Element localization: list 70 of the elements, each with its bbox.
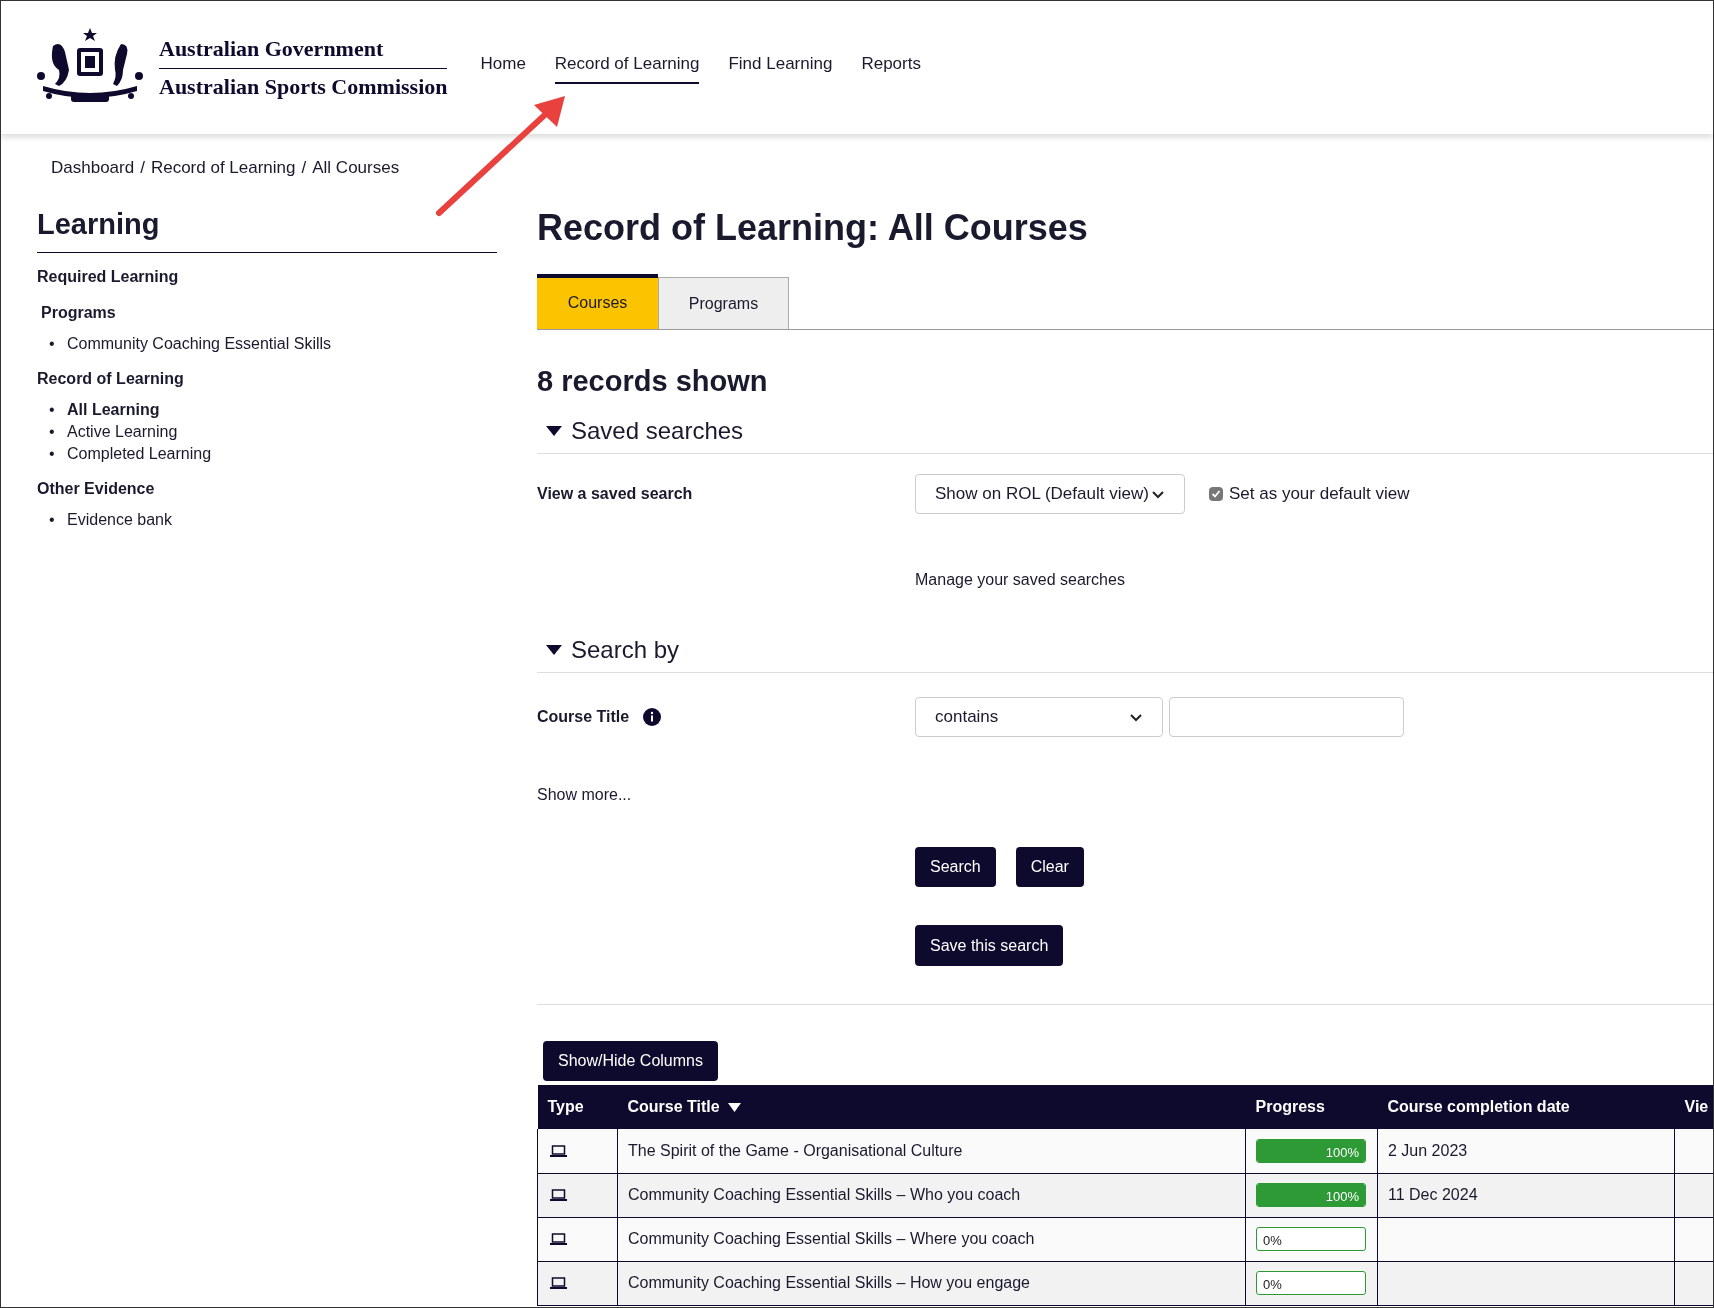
list-bullet: • [49, 444, 56, 464]
manage-searches-link[interactable]: Manage your saved searches [915, 568, 1410, 592]
show-hide-columns-button[interactable]: Show/Hide Columns [543, 1041, 718, 1081]
list-bullet: • [49, 422, 56, 442]
table-cell: Community Coaching Essential Skills – Who you coach [617, 1173, 1246, 1217]
logo-text: Australian Government [159, 34, 448, 69]
breadcrumb-separator: / [301, 157, 307, 179]
progress-reading: 0% [1263, 1232, 1282, 1250]
table-cell: 2 Jun 2023 [1377, 1129, 1675, 1173]
sidebar-item[interactable]: Community Coaching Essential Skills [67, 334, 332, 354]
table-cell: Community Coaching Essential Skills – How you engage [617, 1261, 1246, 1305]
breadcrumb-separator: / [140, 157, 145, 179]
logo-text: Australian Sports Commission [159, 73, 448, 101]
laptop-icon [550, 1277, 567, 1289]
sidebar-title: Learning [37, 202, 497, 253]
laptop-icon [550, 1233, 567, 1245]
table-cell: Community Coaching Essential Skills – Where you coach [617, 1217, 1246, 1261]
breadcrumb-link[interactable]: All Courses [312, 155, 400, 181]
chevron-down-icon [1151, 489, 1165, 499]
sidebar-item[interactable]: All Learning [67, 400, 160, 420]
progress-reading: 100% [1325, 1143, 1359, 1162]
column-header: Type [537, 1085, 618, 1129]
section-heading[interactable]: Search by [571, 632, 680, 668]
progress-reading: 100% [1325, 1188, 1359, 1206]
column-header: Progress [1245, 1085, 1378, 1129]
operator-select[interactable]: contains [915, 697, 1163, 737]
sidebar-heading: Programs [40, 303, 117, 323]
expanded-triangle-icon[interactable] [545, 643, 563, 657]
list-bullet: • [49, 334, 56, 354]
field-label: Course Title [537, 707, 630, 727]
tab[interactable]: Programs [658, 276, 789, 329]
nav-link[interactable]: Reports [861, 51, 921, 84]
breadcrumb-link[interactable]: Dashboard [51, 155, 135, 181]
sidebar-item[interactable]: Active Learning [67, 422, 178, 442]
sidebar-heading: Record of Learning [37, 369, 185, 389]
records-count: 8 records shown [537, 363, 769, 399]
save-search-button[interactable]: Save this search [915, 925, 1064, 966]
tab[interactable]: Courses [537, 273, 658, 329]
expanded-triangle-icon[interactable] [545, 424, 563, 438]
section-heading[interactable]: Saved searches [571, 413, 744, 449]
column-header: Vie [1674, 1085, 1713, 1129]
nav-link[interactable]: Record of Learning [554, 51, 700, 84]
list-bullet: • [49, 400, 56, 420]
list-bullet: • [49, 510, 56, 530]
search-form-button[interactable]: Clear [1015, 847, 1084, 887]
default-view-checkbox[interactable] [1209, 487, 1223, 501]
column-header[interactable]: Course Title [627, 1095, 720, 1119]
breadcrumb-link[interactable]: Record of Learning [150, 155, 296, 181]
nav-link[interactable]: Find Learning [728, 51, 833, 84]
info-icon[interactable] [643, 708, 662, 726]
search-input[interactable] [1169, 697, 1404, 737]
field-label: View a saved search [537, 484, 694, 504]
sidebar-item[interactable]: Evidence bank [67, 510, 172, 530]
show-more-link[interactable]: Show more... [537, 783, 1713, 807]
table-cell: 11 Dec 2024 [1377, 1173, 1675, 1217]
page-title: Record of Learning: All Courses [537, 205, 1089, 250]
chevron-down-icon [1129, 712, 1143, 722]
progress-reading: 0% [1263, 1276, 1282, 1294]
sidebar-item[interactable]: Completed Learning [67, 444, 212, 464]
nav-link[interactable]: Home [480, 51, 526, 84]
sort-descending-icon[interactable] [727, 1102, 741, 1112]
saved-search-select[interactable]: Show on ROL (Default view) [915, 474, 1185, 514]
column-header: Course completion date [1377, 1085, 1675, 1129]
search-form-button[interactable]: Search [915, 847, 996, 887]
table-cell: The Spirit of the Game - Organisational Culture [617, 1129, 1246, 1173]
checkbox-label: Set as your default view [1229, 483, 1410, 506]
sidebar-heading: Required Learning [37, 267, 180, 287]
laptop-icon [550, 1189, 567, 1201]
laptop-icon [550, 1144, 567, 1157]
sidebar-heading: Other Evidence [37, 479, 156, 499]
